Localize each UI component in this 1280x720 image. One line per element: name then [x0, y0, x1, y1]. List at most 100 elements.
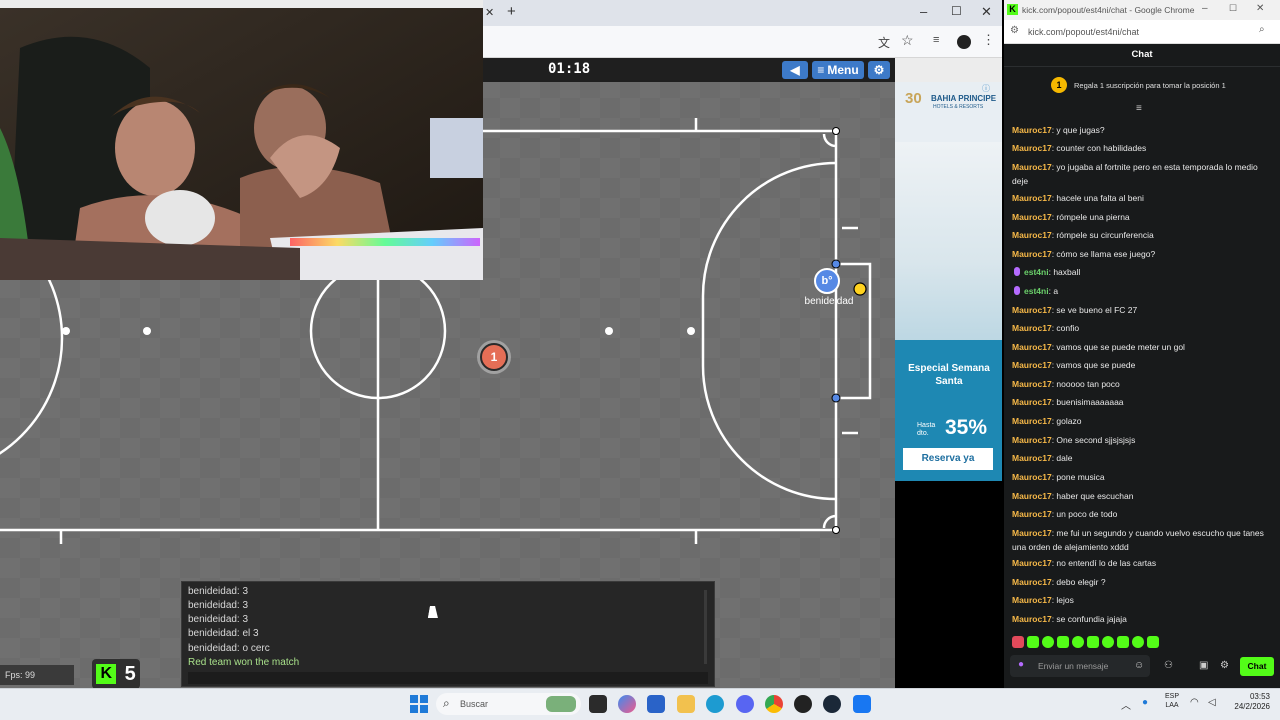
chat-username[interactable]: Mauroc17: [1012, 491, 1052, 501]
chat-username[interactable]: est4ni: [1024, 267, 1049, 277]
chat-username[interactable]: Mauroc17: [1012, 162, 1052, 172]
chat-username[interactable]: Mauroc17: [1012, 342, 1052, 352]
kick-maximize-button[interactable]: ☐: [1229, 3, 1237, 14]
volume-icon[interactable]: ◁: [1208, 697, 1216, 708]
send-chat-button[interactable]: Chat: [1240, 657, 1274, 676]
chat-username[interactable]: Mauroc17: [1012, 595, 1052, 605]
game-chat-input[interactable]: [188, 672, 708, 684]
settings-gear-icon[interactable]: ⚙: [1220, 660, 1229, 671]
chat-username[interactable]: Mauroc17: [1012, 360, 1052, 370]
chat-line: benideidad: 3: [188, 600, 249, 611]
store-icon[interactable]: [647, 695, 665, 713]
emote-icon[interactable]: [1042, 636, 1054, 648]
obs-icon[interactable]: [794, 695, 812, 713]
chat-username[interactable]: Mauroc17: [1012, 125, 1052, 135]
chat-username[interactable]: Mauroc17: [1012, 143, 1052, 153]
chrome-icon[interactable]: [765, 695, 783, 713]
chat-username[interactable]: Mauroc17: [1012, 577, 1052, 587]
chat-username[interactable]: Mauroc17: [1012, 416, 1052, 426]
ad-info-icon[interactable]: ⓘ: [982, 83, 990, 94]
new-tab-button[interactable]: +: [507, 3, 516, 20]
chat-username[interactable]: Mauroc17: [1012, 528, 1052, 538]
emote-icon[interactable]: [1027, 636, 1039, 648]
emote-icon[interactable]: [1057, 636, 1069, 648]
chat-username[interactable]: Mauroc17: [1012, 453, 1052, 463]
taskbar-search[interactable]: ⌕ Buscar: [436, 693, 581, 715]
discord-icon[interactable]: [736, 695, 754, 713]
ad-promo[interactable]: Especial Semana Santa Hasta dto. 35% Res…: [895, 340, 1002, 481]
close-tab-icon[interactable]: ✕: [485, 6, 494, 19]
chat-username[interactable]: Mauroc17: [1012, 379, 1052, 389]
emote-icon[interactable]: [1072, 636, 1084, 648]
kick-message-input[interactable]: ● Enviar un mensaje ☺: [1010, 655, 1150, 677]
people-icon[interactable]: ⚇: [1164, 660, 1173, 671]
clock[interactable]: 03:53 24/2/2026: [1226, 692, 1270, 712]
chat-username[interactable]: Mauroc17: [1012, 193, 1052, 203]
chat-username[interactable]: Mauroc17: [1012, 614, 1052, 624]
chat-username[interactable]: Mauroc17: [1012, 397, 1052, 407]
gift-icon[interactable]: ▣: [1199, 660, 1208, 671]
chat-username[interactable]: Mauroc17: [1012, 509, 1052, 519]
chat-username[interactable]: Mauroc17: [1012, 212, 1052, 222]
sound-button[interactable]: ◀: [782, 61, 808, 79]
close-window-button[interactable]: ✕: [981, 4, 992, 20]
wifi-icon[interactable]: ◠: [1190, 697, 1199, 708]
emote-icon[interactable]: [1012, 636, 1024, 648]
edge-icon[interactable]: [706, 695, 724, 713]
site-info-icon[interactable]: ⚙: [1010, 25, 1019, 36]
chat-username[interactable]: Mauroc17: [1012, 558, 1052, 568]
address-bar[interactable]: 文 ☆ ≡ ⋮: [483, 26, 1002, 58]
chat-line: benideidad: o cerc: [188, 643, 270, 654]
chat-username[interactable]: Mauroc17: [1012, 323, 1052, 333]
kick-minimize-button[interactable]: –: [1202, 3, 1208, 14]
zoom-search-icon[interactable]: ⌕: [1259, 24, 1265, 35]
chat-text: se confundia jajaja: [1056, 614, 1127, 624]
kick-url-text[interactable]: kick.com/popout/est4ni/chat: [1028, 27, 1139, 37]
chat-username[interactable]: Mauroc17: [1012, 305, 1052, 315]
chat-username[interactable]: Mauroc17: [1012, 249, 1052, 259]
emoji-icon[interactable]: ☺: [1134, 660, 1144, 671]
kick-close-button[interactable]: ✕: [1256, 3, 1264, 14]
profile-avatar[interactable]: [957, 35, 971, 49]
chat-username[interactable]: Mauroc17: [1012, 230, 1052, 240]
filter-icon[interactable]: ≡: [1136, 103, 1142, 114]
tray-chevron-icon[interactable]: ︿: [1121, 697, 1131, 712]
player-blue-avatar: b°: [821, 275, 833, 287]
mic-icon[interactable]: ●: [1018, 659, 1024, 670]
player-blue-name: benideidad: [804, 296, 854, 307]
translate-icon[interactable]: 文: [878, 34, 890, 51]
chat-username[interactable]: Mauroc17: [1012, 435, 1052, 445]
steam-icon[interactable]: [823, 695, 841, 713]
pinned-gift-banner[interactable]: 1 Regala 1 suscripción para tomar la pos…: [1004, 74, 1280, 98]
emote-icon[interactable]: [1117, 636, 1129, 648]
kebab-menu-icon[interactable]: ⋮: [982, 32, 995, 48]
emote-icon[interactable]: [1087, 636, 1099, 648]
emote-icon[interactable]: [1147, 636, 1159, 648]
maximize-button[interactable]: ☐: [951, 4, 962, 18]
bookmark-star-icon[interactable]: ☆: [901, 32, 914, 49]
file-explorer-icon[interactable]: [677, 695, 695, 713]
mic-tray-icon[interactable]: ●: [1142, 697, 1148, 708]
kick-url-bar[interactable]: ⚙ kick.com/popout/est4ni/chat ⌕: [1004, 20, 1280, 44]
chat-message: Mauroc17: nooooo tan poco: [1012, 377, 1272, 391]
copilot-icon[interactable]: [618, 695, 636, 713]
ad-landscape: [895, 142, 1002, 342]
start-button[interactable]: [410, 695, 428, 713]
settings-button[interactable]: ⚙: [868, 61, 890, 79]
emote-icon[interactable]: [1132, 636, 1144, 648]
ad-cta-button[interactable]: Reserva ya: [903, 448, 993, 470]
chat-username[interactable]: Mauroc17: [1012, 472, 1052, 482]
chat-username[interactable]: est4ni: [1024, 286, 1049, 296]
chat-text: buenisimaaaaaaa: [1056, 397, 1124, 407]
emote-icon[interactable]: [1102, 636, 1114, 648]
language-indicator[interactable]: ESP LAA: [1162, 692, 1182, 710]
minimize-button[interactable]: –: [920, 4, 927, 19]
match-timer: 01:18: [548, 61, 591, 77]
menu-button[interactable]: ≡ Menu: [812, 61, 864, 79]
media-controls-icon[interactable]: ≡: [933, 34, 939, 46]
facebook-icon[interactable]: [853, 695, 871, 713]
epic-games-icon[interactable]: [589, 695, 607, 713]
game-chat-scrollbar[interactable]: [704, 590, 707, 664]
chat-text: haxball: [1053, 267, 1081, 277]
mic-badge-icon: [1014, 286, 1020, 295]
